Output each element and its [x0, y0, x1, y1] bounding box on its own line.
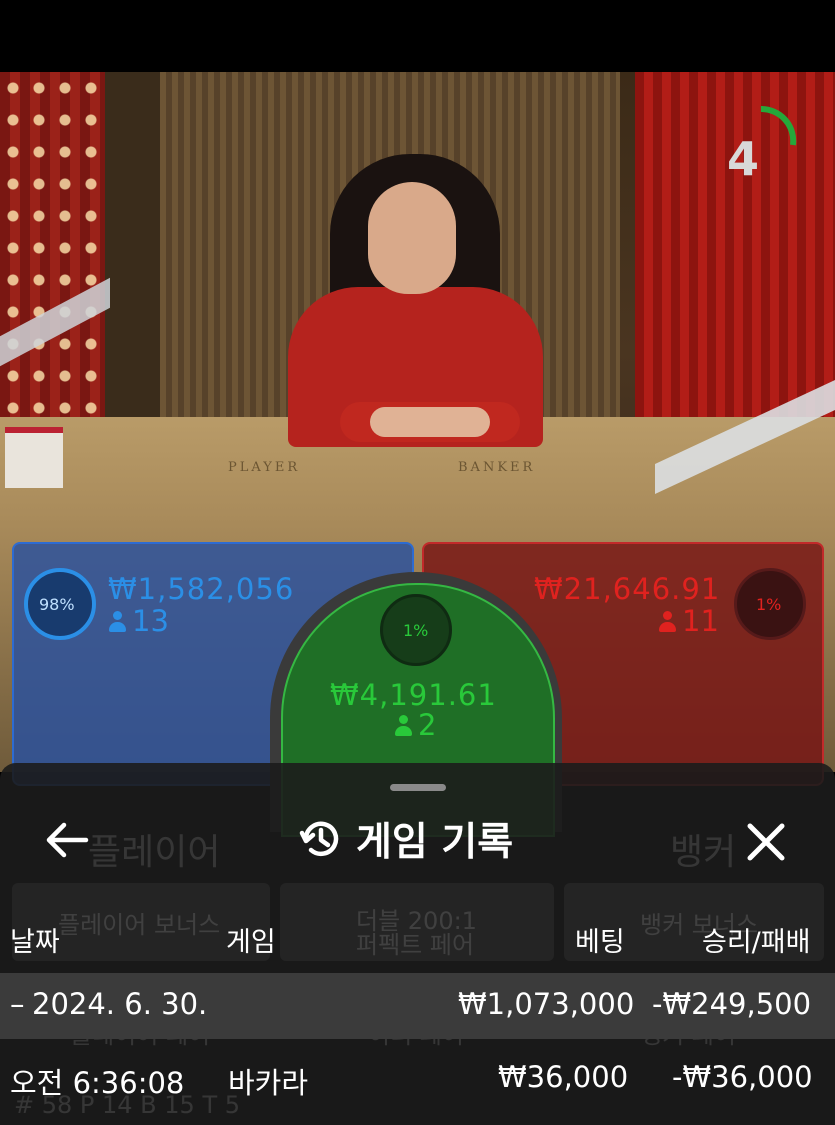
player-bettor-count: 13: [108, 604, 169, 638]
countdown-number: 4: [727, 132, 760, 186]
card-deck: [5, 427, 63, 488]
summary-date: 2024. 6. 30.: [32, 987, 208, 1021]
person-icon: [658, 611, 676, 633]
dealer-hands: [370, 407, 490, 437]
history-title-group: 게임 기록: [298, 813, 513, 865]
summary-win-loss: -₩249,500: [652, 987, 812, 1021]
date-summary-row[interactable]: – 2024. 6. 30. ₩1,073,000 -₩249,500: [0, 973, 835, 1039]
summary-bet: ₩1,073,000: [458, 987, 635, 1021]
row-time: 오전 6:36:08: [10, 1066, 185, 1100]
banker-percent: 1%: [756, 595, 782, 614]
person-icon: [394, 715, 412, 737]
tie-bet-amount: ₩4,191.61: [330, 678, 497, 712]
collapse-indicator: –: [10, 987, 25, 1021]
felt-label-player: PLAYER: [228, 460, 301, 475]
dealer-face: [368, 182, 456, 294]
bg-player-label: 플레이어: [88, 832, 221, 873]
decor-frame: [105, 72, 165, 417]
banker-bettor-count: 11: [658, 604, 719, 638]
status-bar: [0, 0, 835, 72]
player-bet-amount: ₩1,582,056: [108, 572, 295, 606]
column-header-bet[interactable]: 베팅: [575, 920, 625, 959]
banker-bet-amount: ₩21,646.91: [534, 572, 721, 606]
column-header-date[interactable]: 날짜: [10, 920, 60, 959]
decor-lamps: [0, 72, 105, 432]
page-title: 게임 기록: [356, 820, 514, 865]
row-win-loss: -₩36,000: [672, 1060, 813, 1094]
row-bet: ₩36,000: [498, 1060, 629, 1094]
bg-banker-label: 뱅커: [670, 832, 737, 873]
tie-bettor-count: 2: [394, 708, 436, 742]
close-icon[interactable]: [742, 818, 790, 866]
history-icon: [299, 821, 339, 856]
person-icon: [108, 611, 126, 633]
arrow-left-icon[interactable]: [42, 818, 92, 862]
bg-perfect-pair-label-2: 퍼펙트 페어: [356, 931, 475, 959]
column-header-game[interactable]: 게임: [226, 920, 276, 959]
bg-player-bonus-label: 플레이어 보너스: [58, 911, 221, 939]
player-percent: 98%: [39, 595, 75, 614]
game-history-sheet: 플레이어 뱅커 플레이어 보너스 더블 200:1 퍼펙트 페어 뱅커 보너스 …: [0, 763, 835, 1125]
tie-percent: 1%: [403, 621, 429, 640]
drag-handle[interactable]: [390, 784, 446, 791]
column-header-win-loss[interactable]: 승리/패배: [702, 920, 810, 959]
row-game: 바카라: [228, 1066, 309, 1100]
felt-label-banker: BANKER: [458, 460, 536, 475]
table-row[interactable]: 오전 6:36:08 바카라 ₩36,000 -₩36,000: [0, 1046, 835, 1112]
